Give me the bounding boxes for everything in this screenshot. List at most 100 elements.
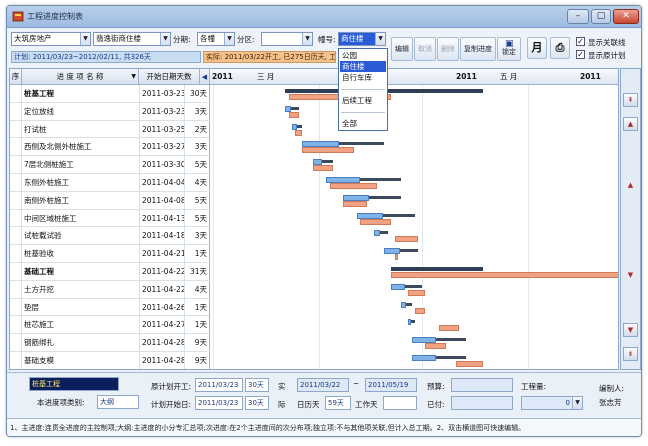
col-header-name[interactable]: 进 度 项 名 称 ▼: [22, 69, 139, 85]
table-row[interactable]: 垫层 2011-04-26 1天: [10, 298, 210, 317]
maximize-icon: ▢: [596, 11, 606, 21]
gantt-plan-bar[interactable]: [302, 147, 354, 154]
scroll-down-arrow[interactable]: ▼: [623, 269, 638, 283]
gantt-plan-bar[interactable]: [312, 165, 333, 172]
table-row[interactable]: 桩基工程 2011-03-23 30天: [10, 85, 210, 103]
maximize-button[interactable]: ▢: [591, 9, 611, 24]
lock-button[interactable]: ▣ 锁定: [497, 37, 521, 61]
project-select[interactable]: 翡逸街商住楼 ▼: [93, 32, 171, 46]
scroll-bottom-button[interactable]: ⇟: [623, 347, 638, 361]
table-row[interactable]: 打试桩 2011-03-25 2天: [10, 120, 210, 139]
show-plan-checkbox[interactable]: ✓: [576, 50, 585, 59]
month-view-button[interactable]: 月: [527, 37, 547, 59]
dropdown-item-park[interactable]: 公园: [340, 50, 386, 61]
dropdown-item-all[interactable]: 全部: [340, 118, 386, 129]
actual-end-field[interactable]: 2011/05/19: [365, 378, 417, 392]
row-name: 定位放线: [24, 106, 54, 116]
gantt-chart[interactable]: [210, 85, 618, 369]
scroll-top-button[interactable]: ⇞: [623, 93, 638, 107]
table-row[interactable]: 南侧外桩施工 2011-04-08 5天: [10, 191, 210, 210]
close-button[interactable]: ✕: [613, 9, 639, 24]
row-name: 垫层: [24, 302, 39, 312]
gantt-plan-bar[interactable]: [343, 200, 368, 207]
col-header-no[interactable]: 序: [10, 69, 22, 85]
plan-start-date[interactable]: 2011/03/23: [195, 396, 243, 410]
work-days-field[interactable]: [383, 396, 417, 410]
plan-start-days[interactable]: 30天: [245, 396, 269, 410]
row-start-date: 2011-04-28: [139, 352, 184, 369]
print-button[interactable]: ⎙: [550, 37, 570, 59]
dropdown-item-residential[interactable]: 商住楼: [340, 61, 386, 72]
company-select[interactable]: 大筑房地产 ▼: [11, 32, 91, 46]
gantt-plan-bar[interactable]: [394, 236, 419, 243]
budget-field[interactable]: [451, 378, 513, 392]
row-start-date: 2011-04-08: [139, 191, 184, 209]
timeline-header: 2011 三 月 四 月 2011 五 月 2011: [210, 69, 618, 85]
edit-button[interactable]: 编辑: [391, 37, 413, 61]
timeline-label: 2011: [456, 72, 477, 81]
vertical-scrollbar[interactable]: ⇞ ▲ ▲ ▼ ▼ ⇟: [620, 68, 641, 370]
gantt-plan-bar[interactable]: [329, 183, 378, 189]
gantt-plan-bar[interactable]: [438, 325, 460, 332]
row-duration: 1天: [184, 245, 210, 263]
table-row[interactable]: 基础工程 2011-04-22 31天: [10, 263, 210, 281]
table-row[interactable]: 中间区域桩施工 2011-04-13 5天: [10, 209, 210, 228]
table-row[interactable]: 西侧及北侧外桩施工 2011-03-27 3天: [10, 138, 210, 157]
table-row[interactable]: 基础支模 2011-04-28 9天: [10, 352, 210, 369]
table-row[interactable]: 土方开挖 2011-04-22 4天: [10, 280, 210, 299]
row-start-date: 2011-04-04: [139, 174, 184, 191]
scroll-left-button[interactable]: ◀: [200, 69, 210, 85]
row-start-date: 2011-03-25: [139, 120, 184, 138]
gantt-plan-bar[interactable]: [295, 129, 303, 136]
plan-open-date[interactable]: 2011/03/23: [195, 378, 243, 392]
item-name-field[interactable]: 桩基工程: [29, 377, 119, 391]
row-name: 7层北侧桩施工: [24, 160, 74, 170]
scroll-up-arrow[interactable]: ▲: [623, 179, 638, 193]
minimize-icon: –: [575, 11, 581, 21]
zone-select[interactable]: ▼: [261, 32, 313, 46]
gantt-plan-bar[interactable]: [415, 307, 426, 314]
arrow-top-icon: ⇞: [627, 96, 634, 104]
period-select[interactable]: 各幢 ▼: [197, 32, 235, 46]
gantt-plan-bar[interactable]: [408, 289, 426, 296]
building-select[interactable]: 商住楼 ▼: [338, 32, 386, 46]
progress-grid: 序 进 度 项 名 称 ▼ 开始日期天数 ◀ 2011 三 月 四 月 2011…: [9, 68, 619, 370]
calendar-days-field[interactable]: 59天: [325, 396, 351, 410]
show-link-checkbox[interactable]: ✓: [576, 37, 585, 46]
gantt-plan-bar[interactable]: [425, 343, 446, 350]
title-bar: 工程进度控制表 – ▢ ✕: [7, 6, 641, 28]
gantt-plan-bar[interactable]: [288, 111, 299, 118]
cancel-button[interactable]: 取消: [414, 37, 436, 61]
gantt-plan-bar[interactable]: [391, 272, 618, 278]
table-row[interactable]: 7层北侧桩施工 2011-03-30 5天: [10, 156, 210, 174]
quantity-field[interactable]: 0 ▼: [521, 396, 583, 410]
table-row[interactable]: 定位放线 2011-03-23 3天: [10, 102, 210, 121]
gantt-progress-bar: [411, 355, 437, 361]
table-row[interactable]: 钢筋绑扎 2011-04-28 9天: [10, 334, 210, 352]
row-duration: 9天: [184, 352, 210, 369]
dropdown-item-bike-garage[interactable]: 自行车库: [340, 72, 386, 83]
category-field[interactable]: 大纲: [97, 395, 139, 409]
window-title: 工程进度控制表: [27, 12, 83, 21]
row-duration: 5天: [184, 209, 210, 227]
gantt-plan-bar[interactable]: [360, 218, 392, 225]
dropdown-item-follow-up[interactable]: 后续工程: [340, 95, 386, 106]
gantt-plan-bar[interactable]: [394, 254, 398, 261]
table-row[interactable]: 桩芯施工 2011-04-27 1天: [10, 316, 210, 335]
actual-start-field[interactable]: 2011/03/22: [297, 378, 349, 392]
delete-button[interactable]: 删除: [437, 37, 459, 61]
gantt-actual-bar[interactable]: [391, 267, 484, 271]
col-header-start[interactable]: 开始日期天数: [139, 69, 200, 85]
copy-progress-button[interactable]: 复制进度: [460, 37, 496, 61]
gantt-plan-bar[interactable]: [456, 361, 484, 367]
minimize-button[interactable]: –: [567, 9, 589, 24]
paid-field[interactable]: [451, 396, 513, 410]
timeline-label: 五 月: [500, 72, 518, 81]
table-row[interactable]: 桩基验收 2011-04-21 1天: [10, 245, 210, 263]
plan-open-days[interactable]: 30天: [245, 378, 269, 392]
scroll-page-up-button[interactable]: ▲: [623, 117, 638, 131]
table-row[interactable]: 试桩载试验 2011-04-18 3天: [10, 227, 210, 246]
row-number-cell: [10, 191, 22, 209]
scroll-page-down-button[interactable]: ▼: [623, 323, 638, 337]
table-row[interactable]: 东侧外桩施工 2011-04-04 4天: [10, 174, 210, 192]
